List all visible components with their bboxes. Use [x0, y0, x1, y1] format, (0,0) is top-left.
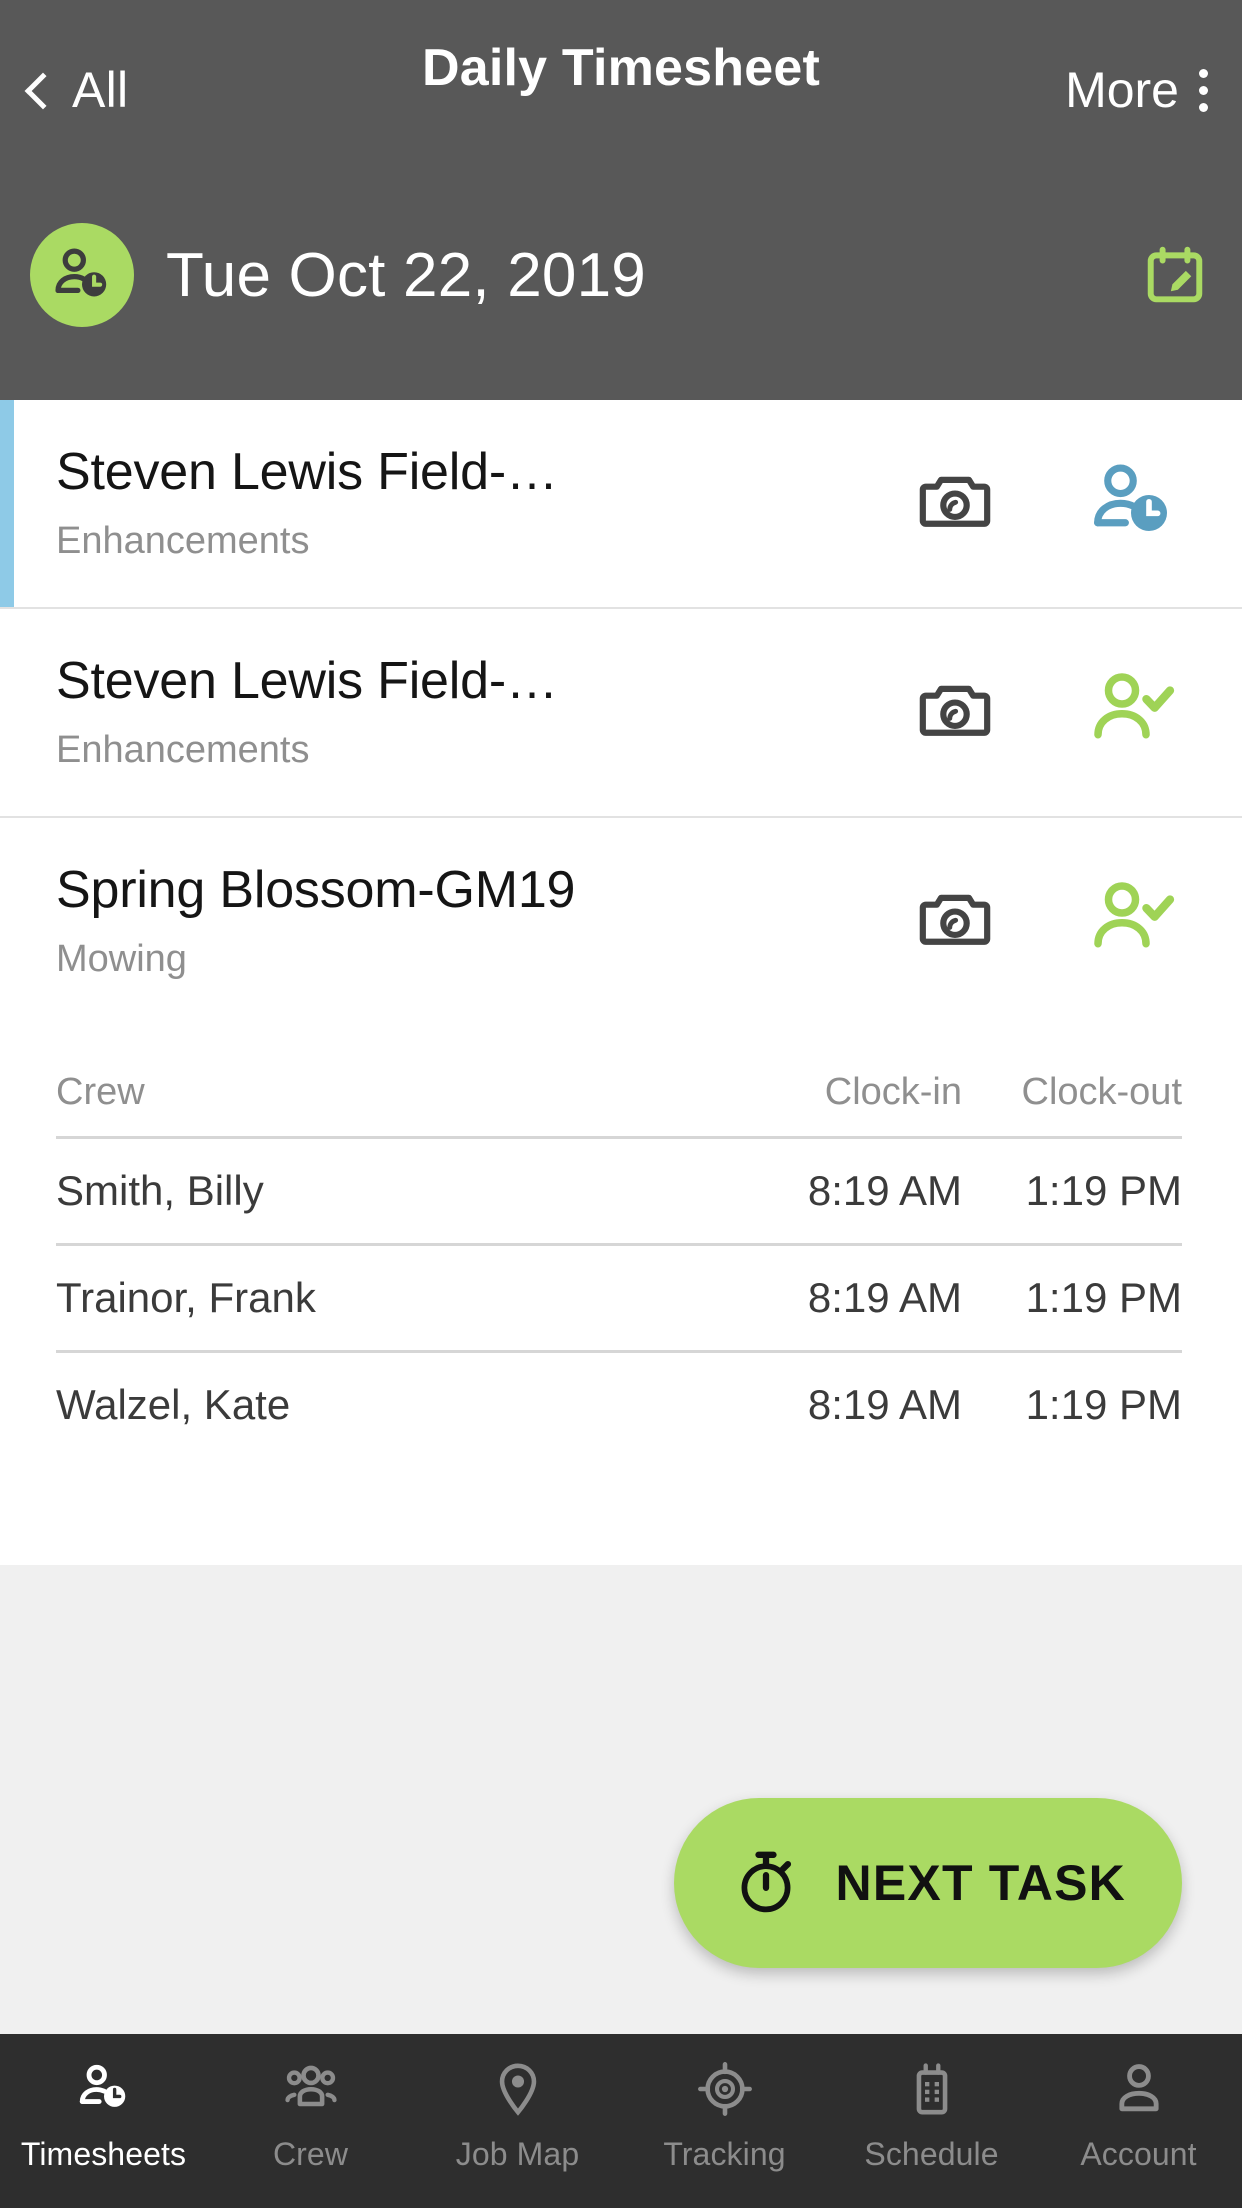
nav-label: Account — [1080, 2136, 1197, 2172]
back-button[interactable]: All — [24, 62, 129, 118]
selected-date: Tue Oct 22, 2019 — [166, 240, 646, 310]
bottom-navigation: Timesheets Crew Job Map Tracking Schedul… — [0, 2034, 1242, 2208]
back-button-label: All — [72, 62, 129, 118]
crew-table: Crew Clock-in Clock-out Smith, Billy 8:1… — [0, 1024, 1242, 1457]
crew-member-name: Smith, Billy — [56, 1166, 264, 1214]
column-header-crew: Crew — [56, 1070, 145, 1113]
camera-button[interactable] — [916, 880, 994, 958]
crosshair-icon — [696, 2056, 754, 2122]
crew-clock-out: 1:19 PM — [1025, 1166, 1182, 1214]
calendar-edit-icon — [1147, 246, 1203, 303]
date-selector-row[interactable]: Tue Oct 22, 2019 — [0, 180, 1242, 370]
table-row[interactable]: Walzel, Kate 8:19 AM 1:19 PM — [56, 1353, 1182, 1457]
nav-label: Crew — [272, 2136, 349, 2172]
task-row[interactable]: Spring Blossom-GM19 Mowing — [0, 817, 1242, 1025]
column-header-clock-in: Clock-in — [824, 1070, 962, 1113]
column-header-clock-out: Clock-out — [1021, 1070, 1183, 1113]
task-list: Steven Lewis Field-… Enhancements Steven… — [0, 400, 1242, 1457]
more-button[interactable]: More — [1065, 65, 1208, 115]
task-status-button[interactable] — [1086, 665, 1176, 755]
table-row[interactable]: Smith, Billy 8:19 AM 1:19 PM — [56, 1139, 1182, 1246]
task-row[interactable]: Steven Lewis Field-… Enhancements — [0, 400, 1242, 609]
nav-item-job-map[interactable]: Job Map — [414, 2056, 621, 2173]
crew-table-header: Crew Clock-in Clock-out — [56, 1025, 1182, 1139]
nav-label: Schedule — [864, 2136, 999, 2172]
task-actions — [916, 653, 1242, 755]
table-row[interactable]: Trainor, Frank 8:19 AM 1:19 PM — [56, 1246, 1182, 1353]
crew-member-name: Walzel, Kate — [56, 1380, 291, 1428]
nav-item-account[interactable]: Account — [1035, 2056, 1242, 2173]
radio-device-icon — [903, 2056, 961, 2122]
crew-clock-in: 8:19 AM — [807, 1273, 962, 1321]
people-group-icon — [282, 2056, 340, 2122]
nav-label: Tracking — [663, 2136, 786, 2172]
next-task-button[interactable]: NEXT TASK — [673, 1798, 1182, 1968]
camera-icon — [919, 894, 991, 945]
stopwatch-icon — [741, 1851, 791, 1913]
task-info: Steven Lewis Field-… Enhancements — [0, 653, 916, 772]
person-check-icon — [1094, 882, 1175, 948]
person-clock-icon — [1094, 464, 1167, 531]
nav-item-tracking[interactable]: Tracking — [621, 2056, 828, 2173]
task-actions — [916, 444, 1242, 546]
next-task-label: NEXT TASK — [835, 1855, 1126, 1911]
chevron-left-icon — [24, 72, 62, 110]
kebab-menu-icon — [1199, 68, 1208, 112]
camera-icon — [919, 685, 991, 736]
crew-clock-out: 1:19 PM — [1025, 1273, 1182, 1321]
nav-label: Timesheets — [20, 2136, 187, 2172]
app-header: All Daily Timesheet More Tue Oct 22, 201… — [0, 0, 1242, 400]
task-row[interactable]: Steven Lewis Field-… Enhancements — [0, 608, 1242, 818]
task-status-button[interactable] — [1086, 456, 1176, 546]
task-subtitle: Mowing — [56, 938, 187, 981]
active-task-accent-bar — [0, 400, 14, 607]
person-clock-icon — [55, 248, 107, 297]
avatar — [30, 223, 134, 327]
nav-label: Job Map — [455, 2136, 580, 2172]
task-subtitle: Enhancements — [56, 729, 310, 772]
camera-icon — [919, 476, 991, 527]
crew-clock-in: 8:19 AM — [807, 1166, 962, 1214]
task-subtitle: Enhancements — [56, 520, 310, 563]
crew-member-name: Trainor, Frank — [56, 1273, 316, 1321]
edit-date-button[interactable] — [1144, 244, 1206, 306]
more-button-label: More — [1065, 62, 1179, 118]
crew-clock-in: 8:19 AM — [807, 1380, 962, 1428]
nav-item-timesheets[interactable]: Timesheets — [0, 2056, 207, 2173]
person-check-icon — [1094, 673, 1175, 739]
navigation-bar: All Daily Timesheet More — [0, 0, 1242, 180]
person-icon — [1110, 2056, 1168, 2122]
map-pin-icon — [489, 2056, 547, 2122]
task-title: Steven Lewis Field-… — [56, 444, 558, 501]
nav-item-crew[interactable]: Crew — [207, 2056, 414, 2173]
task-title: Spring Blossom-GM19 — [56, 861, 576, 919]
crew-clock-out: 1:19 PM — [1025, 1380, 1182, 1428]
page-title: Daily Timesheet — [421, 39, 820, 97]
task-info: Spring Blossom-GM19 Mowing — [0, 862, 916, 981]
person-clock-icon — [75, 2056, 133, 2122]
nav-item-schedule[interactable]: Schedule — [828, 2056, 1035, 2173]
task-actions — [916, 862, 1242, 964]
camera-button[interactable] — [916, 462, 994, 540]
task-info: Steven Lewis Field-… Enhancements — [0, 444, 916, 563]
camera-button[interactable] — [916, 671, 994, 749]
task-status-button[interactable] — [1086, 874, 1176, 964]
task-title: Steven Lewis Field-… — [56, 652, 558, 710]
